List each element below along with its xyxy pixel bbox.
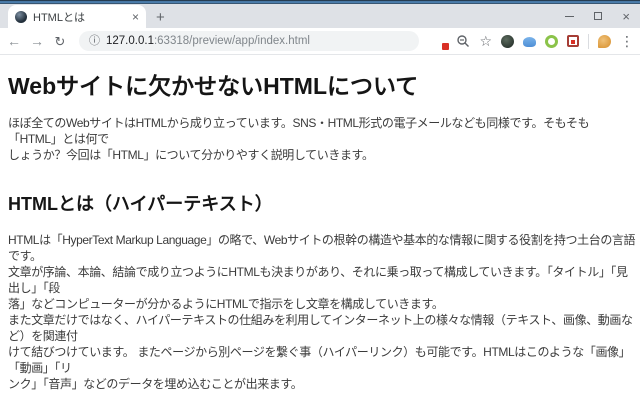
toolbar-actions: ☆ ⋮	[430, 33, 634, 50]
url-path: :63318/preview/app/index.html	[153, 35, 310, 47]
browser-tab[interactable]: HTMLとは ×	[8, 5, 146, 28]
browser-toolbar: ← → ↻ ⓘ 127.0.0.1:63318/preview/app/inde…	[0, 28, 640, 55]
minimize-button[interactable]	[565, 15, 575, 17]
extension-badge-icon[interactable]	[434, 35, 450, 50]
back-icon[interactable]: ←	[6, 34, 22, 48]
extension-orange-icon[interactable]	[598, 34, 611, 48]
new-tab-button[interactable]: +	[156, 10, 165, 25]
web-page-content: Webサイトに欠かせないHTMLについて ほぼ全てのWebサイトはHTMLから成…	[0, 55, 640, 400]
tab-favicon-icon	[15, 10, 27, 23]
zoom-icon[interactable]	[456, 34, 470, 48]
intro-paragraph: ほぼ全てのWebサイトはHTMLから成り立っています。SNS・HTML形式の電子…	[8, 116, 590, 162]
section-heading: HTMLとは（ハイパーテキスト）	[8, 194, 273, 214]
toolbar-separator	[588, 33, 589, 49]
reload-icon[interactable]: ↻	[52, 35, 68, 48]
tab-close-icon[interactable]: ×	[132, 11, 139, 23]
body-paragraph: HTMLは「HyperText Markup Language」の略で、Webサ…	[8, 233, 636, 391]
extension-cloud-icon[interactable]	[523, 37, 536, 47]
url-host: 127.0.0.1	[106, 35, 154, 47]
forward-icon[interactable]: →	[29, 34, 45, 48]
tab-strip: HTMLとは × + ×	[0, 4, 640, 28]
url-text: 127.0.0.1:63318/preview/app/index.html	[106, 35, 310, 47]
notification-badge	[442, 42, 450, 50]
tab-title: HTMLとは	[33, 11, 85, 24]
window-controls: ×	[565, 4, 630, 28]
site-info-icon[interactable]: ⓘ	[89, 35, 100, 47]
bookmark-star-icon[interactable]: ☆	[479, 34, 492, 48]
page-title: Webサイトに欠かせないHTMLについて	[8, 73, 419, 99]
window-close-button[interactable]: ×	[622, 10, 630, 23]
extension-green-ring-icon[interactable]	[545, 34, 558, 48]
extension-red-square-icon[interactable]	[567, 35, 579, 47]
maximize-button[interactable]	[594, 12, 603, 20]
extension-dark-circle-icon[interactable]	[501, 34, 514, 48]
browser-window: HTMLとは × + × ← → ↻ ⓘ 127.0.0.1:63318/pre…	[0, 0, 640, 400]
browser-menu-icon[interactable]: ⋮	[620, 34, 634, 48]
address-bar[interactable]: ⓘ 127.0.0.1:63318/preview/app/index.html	[79, 31, 420, 51]
